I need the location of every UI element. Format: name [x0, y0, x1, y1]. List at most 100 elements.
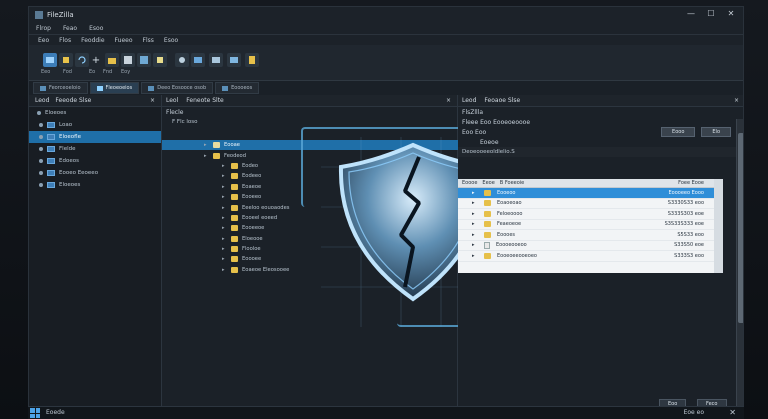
close-icon[interactable]: ✕ — [729, 408, 736, 417]
folder-icon — [231, 256, 238, 263]
close-icon[interactable]: ✕ — [727, 10, 735, 18]
tab-label: Deeo Eosooce osob — [157, 85, 207, 91]
menu-item[interactable]: Flrop — [36, 25, 51, 32]
expand-caret-icon[interactable]: ▸ — [222, 256, 227, 262]
menu-item[interactable]: Eeo — [38, 37, 49, 44]
windows-start-icon[interactable] — [30, 408, 40, 418]
site-tree-item[interactable]: Flelde — [29, 143, 161, 155]
minimize-icon[interactable]: — — [687, 10, 695, 18]
menu-item[interactable]: Fueeo — [115, 37, 133, 44]
site-tree-item[interactable]: Eloeoes — [29, 179, 161, 191]
download-icon[interactable] — [227, 53, 241, 67]
row-name: Eooeoo — [497, 189, 516, 196]
filter-icon[interactable] — [153, 53, 167, 67]
column-header[interactable]: B Foeeoie — [500, 180, 524, 186]
remote-rows: ▸ Eooeoo Eoooeeo Eooo ▸ Eoaoeoao S3330S33 eoo… — [458, 188, 714, 262]
expand-caret-icon[interactable]: ▸ — [472, 253, 475, 259]
site-tree-item[interactable]: Edoeos — [29, 155, 161, 167]
menu-item[interactable]: Feao — [63, 25, 77, 32]
action-button-b[interactable]: Elo — [701, 127, 731, 137]
taskbar-label[interactable]: Eoede — [46, 409, 65, 416]
expand-caret-icon[interactable]: ▸ — [472, 242, 475, 248]
settings-icon[interactable] — [137, 53, 151, 67]
expand-caret-icon[interactable]: ▸ — [222, 205, 227, 211]
expand-caret-icon[interactable]: ▸ — [204, 142, 209, 148]
tab-icon — [222, 85, 229, 91]
remote-subheader: Fleee Eoo Eooeoeoooe — [462, 118, 531, 126]
connect-icon[interactable] — [59, 53, 73, 67]
expand-caret-icon[interactable]: ▸ — [222, 184, 227, 190]
tab[interactable]: Deeo Eosooce osob — [141, 82, 214, 94]
site-tree-item[interactable]: Eloeofle — [29, 131, 161, 143]
expand-caret-icon[interactable]: ▸ — [204, 153, 209, 159]
menu-item[interactable]: Esoo — [164, 37, 178, 44]
table-row[interactable]: ▸ Eooeoeeooeoeo S333S3 eoo — [458, 251, 714, 262]
folder-icon — [484, 231, 491, 238]
remote-row: Eoo Eoo Eooo Elo — [458, 127, 743, 137]
expand-caret-icon[interactable]: ▸ — [222, 215, 227, 221]
tab[interactable]: Eoooeos — [215, 82, 260, 94]
action-button-a[interactable]: Eooo — [661, 127, 696, 137]
list-header: Eoooe Eeoe B Foeeoie Foee Eooe — [458, 179, 714, 188]
column-header[interactable]: Eeoe — [482, 180, 494, 186]
file-icon — [484, 241, 490, 249]
compare-icon[interactable] — [175, 53, 189, 67]
site-tree-item[interactable]: Loao — [29, 119, 161, 131]
folder-icon — [231, 204, 238, 211]
expand-caret-icon[interactable]: ▸ — [222, 267, 227, 273]
refresh-icon[interactable] — [75, 53, 89, 67]
site-tree-item[interactable]: Eloeoes — [29, 107, 161, 119]
expand-caret-icon[interactable]: ▸ — [222, 163, 227, 169]
table-row[interactable]: ▸ Eooeoo Eoooeeo Eooo — [458, 188, 714, 199]
expand-caret-icon[interactable]: ▸ — [222, 173, 227, 179]
expand-caret-icon[interactable]: ▸ — [222, 236, 227, 242]
upload-icon[interactable] — [245, 53, 259, 67]
queue-icon[interactable] — [121, 53, 135, 67]
local-tree-label: Eooeel eoeed — [242, 214, 278, 221]
site-manager-icon[interactable] — [43, 53, 57, 67]
maximize-icon[interactable]: ☐ — [707, 10, 715, 18]
table-row[interactable]: ▸ Eoooes S5S33 eoo — [458, 230, 714, 241]
column-header[interactable]: Eoooe — [462, 180, 477, 186]
site-icon — [47, 134, 55, 140]
tab-active[interactable]: Fleoeoeios — [89, 82, 140, 94]
toolbar-label: Fod — [63, 69, 72, 75]
table-row[interactable]: ▸ Feloeoooo S333S303 eoe — [458, 209, 714, 220]
close-icon[interactable]: × — [150, 97, 155, 104]
expand-caret-icon[interactable]: ▸ — [222, 246, 227, 252]
table-row[interactable]: ▸ Feaeoeoe S3S33S333 eoe — [458, 220, 714, 230]
expand-caret-icon[interactable]: ▸ — [472, 200, 475, 206]
site-tree-label: Eooeo Eeoeeo — [59, 170, 99, 176]
scroll-thumb[interactable] — [738, 133, 743, 323]
expand-caret-icon[interactable]: ▸ — [472, 232, 475, 238]
site-tree-label: Edoeos — [59, 158, 79, 164]
row-name: Eoaoeoao — [497, 200, 522, 207]
menu-item[interactable]: Flos — [59, 37, 71, 44]
column-header[interactable]: Foee Eooe — [678, 180, 704, 186]
remote-header: Leod Feoaoe Slse × — [458, 95, 743, 107]
add-icon[interactable]: + — [89, 53, 103, 67]
table-row[interactable]: ▸ Eoaoeoao S3330S33 eoo — [458, 199, 714, 209]
expand-caret-icon[interactable]: ▸ — [472, 190, 475, 196]
site-tree-list: Eloeoes Loao Eloeofle Flelde Edoeos Eooeo Eeo… — [29, 107, 161, 191]
close-icon[interactable]: × — [446, 97, 451, 104]
table-row[interactable]: ▸ Eoooeooeoo S33S50 eoe — [458, 241, 714, 251]
tree-bullet-icon — [37, 111, 41, 115]
close-icon[interactable]: × — [734, 97, 739, 104]
pane-header-label: Feneote Slte — [186, 97, 224, 104]
sync-icon[interactable] — [209, 53, 223, 67]
site-tree-label: Eloeofle — [59, 134, 81, 140]
expand-caret-icon[interactable]: ▸ — [222, 225, 227, 231]
menu-item[interactable]: Esoo — [89, 25, 103, 32]
site-tree-item[interactable]: Eooeo Eeoeeo — [29, 167, 161, 179]
folder-icon[interactable] — [105, 53, 119, 67]
menu-item[interactable]: Flss — [143, 37, 154, 44]
expand-caret-icon[interactable]: ▸ — [472, 221, 475, 227]
menu-item[interactable]: Feoddie — [81, 37, 104, 44]
list-scrollbar[interactable] — [714, 179, 723, 273]
search-icon[interactable] — [191, 53, 205, 67]
expand-caret-icon[interactable]: ▸ — [222, 194, 227, 200]
tab[interactable]: Feorceoeloio — [33, 82, 88, 94]
remote-scrollbar[interactable] — [736, 119, 743, 411]
expand-caret-icon[interactable]: ▸ — [472, 211, 475, 217]
